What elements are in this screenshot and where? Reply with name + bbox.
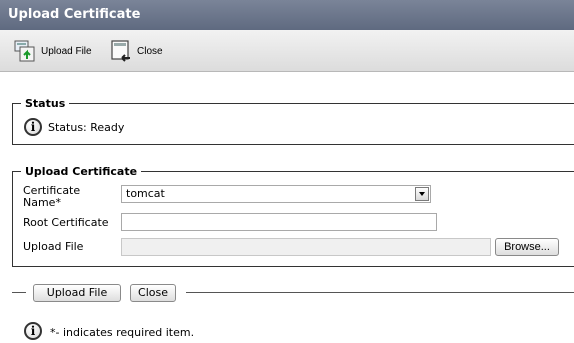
certificate-name-value: tomcat bbox=[126, 187, 165, 200]
required-marker: * bbox=[55, 196, 61, 209]
upload-file-input[interactable] bbox=[121, 238, 491, 256]
action-divider-right bbox=[186, 292, 574, 293]
upload-file-icon bbox=[12, 38, 38, 64]
action-divider-left bbox=[12, 292, 26, 293]
toolbar-close-label: Close bbox=[137, 45, 163, 57]
toolbar: Upload File Close bbox=[0, 30, 574, 72]
toolbar-upload-file-label: Upload File bbox=[41, 45, 92, 57]
root-certificate-label: Root Certificate bbox=[23, 216, 109, 229]
browse-button[interactable]: Browse... bbox=[495, 238, 559, 256]
toolbar-close-button[interactable]: Close bbox=[108, 30, 163, 72]
chevron-down-icon[interactable] bbox=[415, 187, 429, 201]
close-window-icon bbox=[108, 38, 134, 64]
root-certificate-input[interactable] bbox=[121, 213, 437, 231]
required-note: *- indicates required item. bbox=[50, 326, 195, 339]
status-legend: Status bbox=[25, 97, 66, 110]
upload-file-label: Upload File bbox=[23, 240, 84, 253]
toolbar-upload-file-button[interactable]: Upload File bbox=[12, 30, 92, 72]
required-info-icon: i bbox=[24, 322, 42, 340]
certificate-name-label: Certificate Name* bbox=[23, 184, 81, 209]
window-title: Upload Certificate bbox=[0, 0, 574, 30]
certificate-name-select[interactable]: tomcat bbox=[121, 185, 431, 203]
upload-certificate-legend: Upload Certificate bbox=[25, 165, 138, 178]
info-icon: i bbox=[24, 118, 42, 136]
status-text: Status: Ready bbox=[48, 121, 125, 134]
upload-file-button[interactable]: Upload File bbox=[33, 284, 121, 302]
close-button[interactable]: Close bbox=[130, 284, 176, 302]
